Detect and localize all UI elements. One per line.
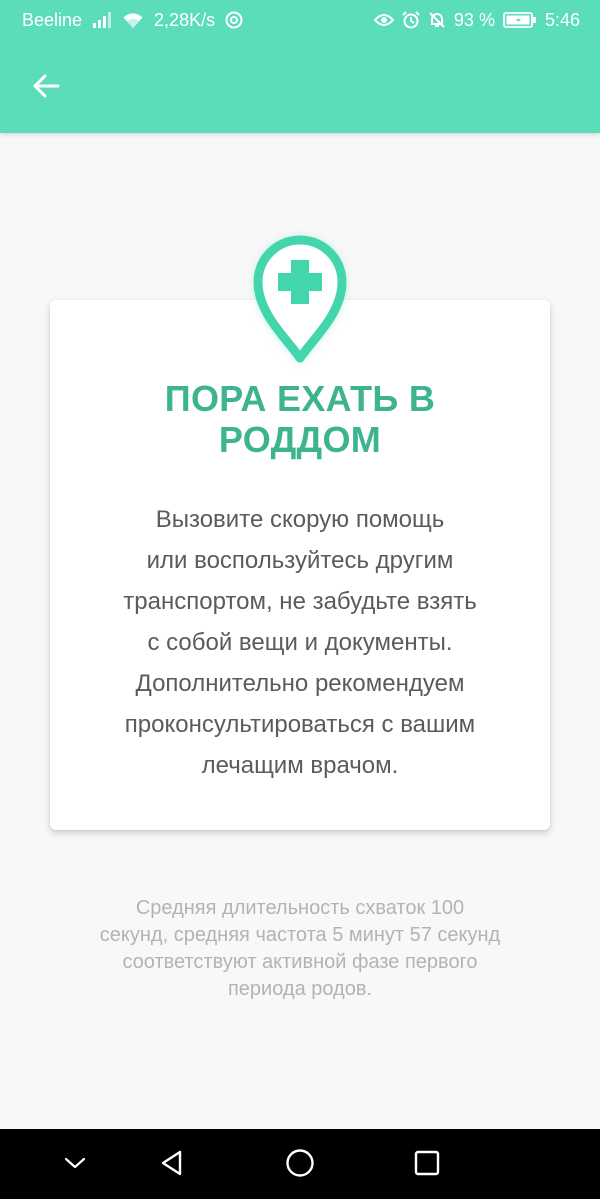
nav-recents-button[interactable] [405,1143,449,1187]
battery-percent: 93 % [453,9,495,30]
collapse-button[interactable] [53,1143,97,1187]
nav-back-button[interactable] [150,1143,194,1187]
at-icon [225,11,243,29]
mute-icon [428,11,446,29]
summary-line: Средняя длительность схваток 100 [135,897,465,919]
system-nav-bar [0,1129,600,1199]
card-title: ПОРА ЕХАТЬ В РОДДОМ [50,378,550,460]
battery-icon [503,12,537,28]
hospital-pin-icon [240,226,360,374]
app-bar [0,40,600,133]
card-message-line: транспортом, не забудьте взять [123,588,477,615]
alert-card: ПОРА ЕХАТЬ В РОДДОМ Вызовите скорую помо… [50,300,550,830]
carrier-label: Beeline [22,9,83,30]
collapse-chevron-icon [63,1151,87,1180]
summary-line: периода родов. [227,978,373,1000]
card-message-line: с собой вещи и документы. [147,629,453,656]
card-message: Вызовите скорую помощь или воспользуйтес… [70,499,530,786]
back-button[interactable] [22,64,70,112]
back-triangle-icon [158,1149,186,1182]
network-speed: 2,28K/s [154,9,216,30]
eye-icon [373,13,394,27]
summary-line: секунд, средняя частота 5 минут 57 секун… [99,924,501,946]
home-circle-icon [285,1148,315,1183]
card-message-line: лечащим врачом. [201,752,399,779]
card-title-line: ПОРА ЕХАТЬ В [164,378,436,419]
recents-square-icon [413,1149,441,1182]
wifi-icon [122,12,144,29]
nav-home-button[interactable] [278,1143,322,1187]
card-message-line: проконсультироваться с вашим [124,711,476,738]
summary-line: соответствуют активной фазе первого [122,951,478,973]
signal-icon [92,12,112,28]
contractions-summary: Средняя длительность схваток 100 секунд,… [40,895,560,1003]
arrow-back-icon [32,72,60,105]
clock-time: 5:46 [544,9,580,30]
card-message-line: Дополнительно рекомендуем [135,670,465,697]
card-message-line: Вызовите скорую помощь [155,506,445,533]
alarm-icon [402,11,420,29]
status-bar: Beeline 2,28K/s 93 % 5:46 [0,0,600,40]
card-message-line: или воспользуйтесь другим [146,547,454,574]
card-title-line: РОДДОМ [218,419,382,460]
